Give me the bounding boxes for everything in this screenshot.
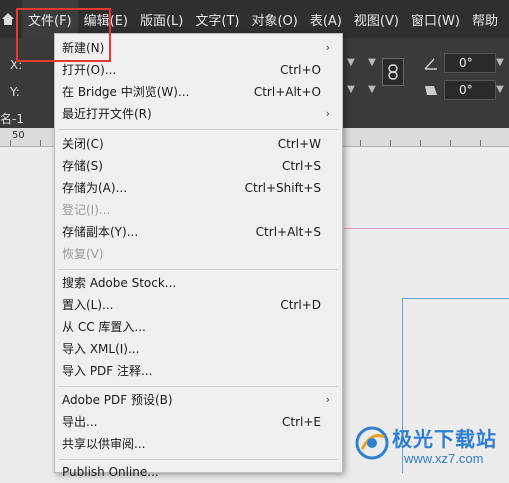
- menu-view[interactable]: 视图(V): [348, 0, 405, 38]
- document-tab[interactable]: 名-1: [0, 110, 24, 127]
- menu-item-new[interactable]: 新建(N) ›: [55, 37, 342, 59]
- menu-separator: [59, 129, 338, 130]
- ruler-tick: [420, 140, 421, 146]
- margin-guide: [344, 228, 509, 229]
- watermark: 极光下载站 www.xz7.com: [350, 417, 509, 473]
- menu-item-close[interactable]: 关闭(C) Ctrl+W: [55, 133, 342, 155]
- menu-item-place[interactable]: 置入(L)... Ctrl+D: [55, 294, 342, 316]
- menu-item-place-from-cc[interactable]: 从 CC 库置入...: [55, 316, 342, 338]
- menu-item-open[interactable]: 打开(O)... Ctrl+O: [55, 59, 342, 81]
- home-icon[interactable]: [0, 11, 16, 27]
- ruler-tick: [10, 140, 11, 146]
- menu-item-export[interactable]: 导出... Ctrl+E: [55, 411, 342, 433]
- file-menu-dropdown: 新建(N) › 打开(O)... Ctrl+O 在 Bridge 中浏览(W).…: [54, 33, 343, 479]
- chevron-down-icon[interactable]: ▼: [345, 53, 357, 73]
- rotation-angle-input[interactable]: 0°: [444, 53, 496, 73]
- menu-item-save-as[interactable]: 存储为(A)... Ctrl+Shift+S: [55, 177, 342, 199]
- menu-separator: [59, 269, 338, 270]
- menu-item-save[interactable]: 存储(S) Ctrl+S: [55, 155, 342, 177]
- menu-item-recent-files[interactable]: 最近打开文件(R) ›: [55, 103, 342, 125]
- submenu-arrow-icon: ›: [325, 393, 330, 406]
- ruler-tick: [390, 140, 391, 146]
- menu-window[interactable]: 窗口(W): [405, 0, 466, 38]
- rotate-angle-icon: [424, 56, 440, 70]
- link-icon[interactable]: [382, 58, 404, 86]
- watermark-url: www.xz7.com: [404, 451, 484, 466]
- menu-separator: [59, 459, 338, 460]
- menu-item-pdf-presets[interactable]: Adobe PDF 预设(B) ›: [55, 389, 342, 411]
- ruler-tick: [480, 140, 481, 146]
- menu-item-publish-online[interactable]: Publish Online...: [55, 461, 342, 483]
- ruler-tick: [360, 140, 361, 146]
- chevron-down-icon[interactable]: ▼: [345, 80, 357, 100]
- shear-angle-icon: [424, 83, 440, 97]
- menu-separator: [59, 386, 338, 387]
- chevron-down-icon[interactable]: ▼: [494, 80, 506, 100]
- submenu-arrow-icon: ›: [325, 107, 330, 120]
- menu-item-import-pdf-comments[interactable]: 导入 PDF 注释...: [55, 360, 342, 382]
- submenu-arrow-icon: ›: [325, 41, 330, 54]
- shear-angle-input[interactable]: 0°: [444, 80, 496, 100]
- ruler-tick: [40, 140, 41, 146]
- chevron-down-icon[interactable]: ▼: [494, 53, 506, 73]
- menu-item-save-copy[interactable]: 存储副本(Y)... Ctrl+Alt+S: [55, 221, 342, 243]
- watermark-logo-icon: [354, 425, 390, 465]
- ruler-number: 50: [12, 130, 25, 141]
- menu-item-revert: 恢复(V): [62, 247, 104, 261]
- ruler-tick: [450, 140, 451, 146]
- menu-item-share-for-review[interactable]: 共享以供审阅...: [55, 433, 342, 455]
- menu-help[interactable]: 帮助: [466, 0, 504, 38]
- y-label: Y:: [10, 85, 20, 99]
- menu-item-search-stock[interactable]: 搜索 Adobe Stock...: [55, 272, 342, 294]
- x-label: X:: [10, 58, 23, 72]
- chevron-down-icon[interactable]: ▼: [366, 80, 378, 100]
- menu-item-browse-bridge[interactable]: 在 Bridge 中浏览(W)... Ctrl+Alt+O: [55, 81, 342, 103]
- watermark-title: 极光下载站: [392, 427, 497, 451]
- menu-item-import-xml[interactable]: 导入 XML(I)...: [55, 338, 342, 360]
- chevron-down-icon[interactable]: ▼: [366, 53, 378, 73]
- menu-item-check-in: 登记(I)...: [62, 203, 111, 217]
